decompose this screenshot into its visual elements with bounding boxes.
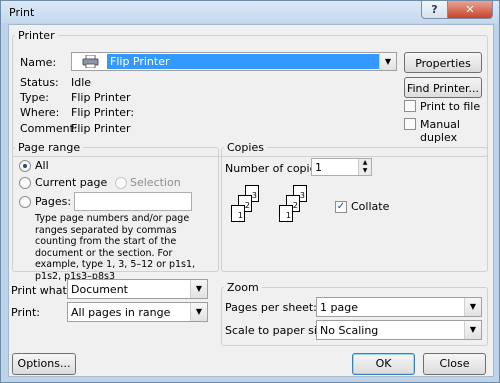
page-icon: 1 [279,205,293,222]
comment-value: Flip Printer [71,122,131,135]
current-page-radio[interactable] [19,177,31,189]
print-what-label: Print what: [11,284,71,297]
print-what-select[interactable]: Document ▼ [67,279,208,299]
scale-to-paper-value: No Scaling [320,324,379,337]
copies-legend: Copies [224,141,267,154]
ok-button[interactable]: OK [352,353,415,375]
pages-label[interactable]: Pages: [35,195,71,208]
collate-label[interactable]: Collate [351,200,389,213]
where-value: Flip Printer: [71,106,135,119]
all-pages-radio[interactable] [19,160,31,172]
collated-pages-icon: 3 2 1 [279,185,315,227]
page-number: 1 [237,211,243,220]
page-number: 2 [244,201,250,210]
page-number: 3 [299,191,305,200]
pages-per-sheet-label: Pages per sheet: [225,301,317,314]
manual-duplex-checkbox[interactable] [404,118,416,130]
dialog-body: Printer Name: Flip Printer ▼ Status: Idl… [8,24,494,377]
page-number: 3 [251,191,257,200]
printer-name-value: Flip Printer [107,54,383,69]
pages-per-sheet-select[interactable]: 1 page ▼ [316,297,482,317]
page-number: 1 [285,211,291,220]
type-value: Flip Printer [71,91,131,104]
number-of-copies-value: 1 [315,161,322,174]
number-of-copies-input[interactable]: 1 ▲ ▼ [311,158,372,176]
properties-button[interactable]: Properties [404,52,482,73]
pages-radio[interactable] [19,196,31,208]
manual-duplex-label[interactable]: Manual duplex [420,118,493,144]
status-label: Status: [20,76,59,89]
print-to-file-checkbox[interactable] [404,100,416,112]
print-dialog-window: Print ? ✕ Printer Name: Flip Printer ▼ S… [0,0,500,383]
collate-checkbox[interactable]: ✓ [335,201,347,213]
chevron-down-icon[interactable]: ▼ [379,53,396,70]
chevron-down-icon[interactable]: ▼ [464,321,481,339]
print-to-file-label[interactable]: Print to file [420,100,480,113]
uncollated-pages-icon: 3 2 1 [231,185,267,227]
pages-per-sheet-value: 1 page [320,301,358,314]
options-button[interactable]: Options... [12,353,76,375]
scale-to-paper-select[interactable]: No Scaling ▼ [316,320,482,340]
page-icon: 1 [231,205,245,222]
page-range-help-text: Type page numbers and/or page ranges sep… [35,213,196,282]
all-pages-label[interactable]: All [35,159,49,172]
chevron-down-icon[interactable]: ▼ [464,298,481,316]
print-value: All pages in range [71,306,171,319]
title-bar[interactable]: Print ? ✕ [1,1,499,23]
radio-selected-dot [23,164,27,168]
comment-label: Comment: [20,122,78,135]
status-value: Idle [71,76,92,89]
pages-input[interactable] [74,192,192,211]
close-button[interactable]: Close [423,353,486,375]
window-title: Print [9,6,35,19]
print-what-value: Document [71,283,128,296]
zoom-legend: Zoom [224,281,262,294]
spinner-arrows-icon[interactable]: ▲ ▼ [358,159,371,175]
chevron-down-icon[interactable]: ▼ [190,303,207,321]
selection-radio[interactable] [115,177,127,189]
printer-name-label: Name: [20,56,57,69]
page-range-legend: Page range [15,141,84,154]
type-label: Type: [20,91,49,104]
find-printer-button[interactable]: Find Printer... [404,77,482,98]
where-label: Where: [20,106,60,119]
window-close-button[interactable]: ✕ [447,1,493,19]
print-select[interactable]: All pages in range ▼ [67,302,208,322]
chevron-down-icon[interactable]: ▼ [190,280,207,298]
page-number: 2 [292,201,298,210]
current-page-label[interactable]: Current page [35,176,107,189]
print-label: Print: [11,306,41,319]
printer-group-legend: Printer [15,29,58,42]
printer-name-select[interactable]: Flip Printer ▼ [71,52,397,71]
help-button[interactable]: ? [421,1,448,19]
printer-icon [82,54,99,69]
selection-label[interactable]: Selection [130,176,181,189]
